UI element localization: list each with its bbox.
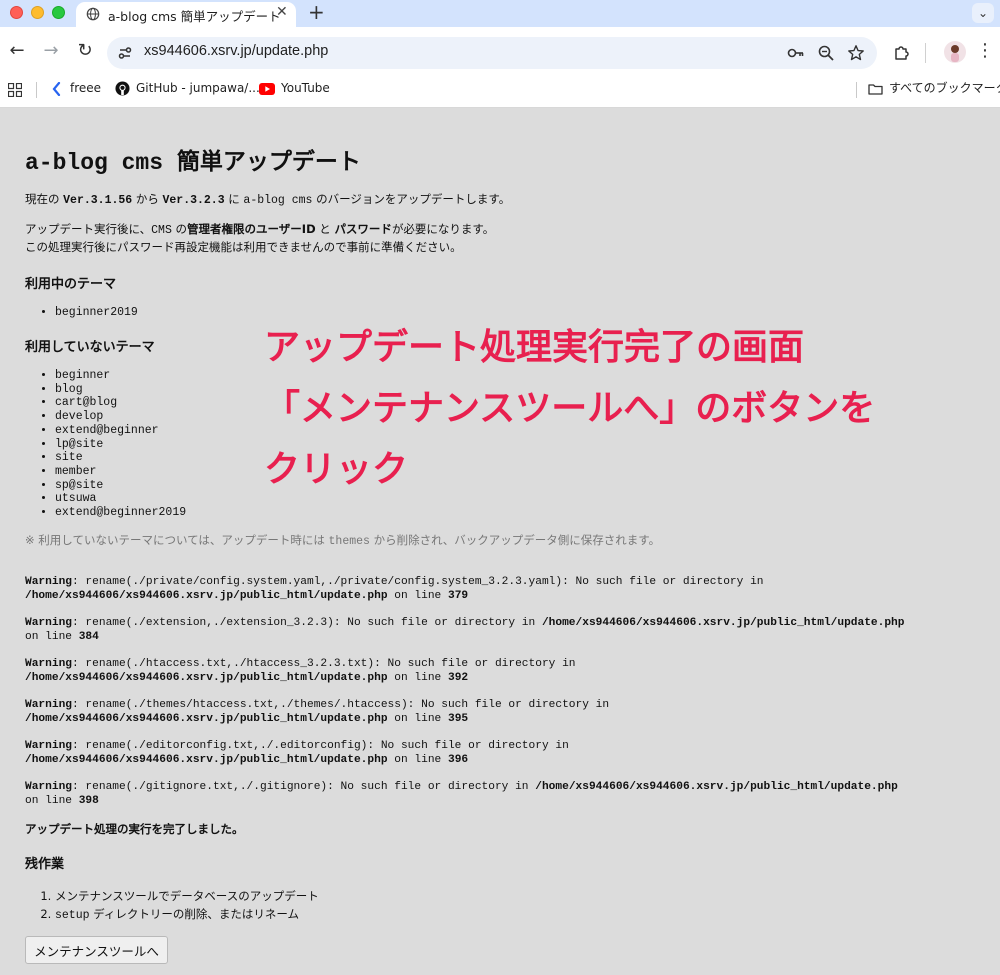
target-version: Ver.3.2.3 (162, 194, 225, 207)
bookmark-label: freee (70, 81, 102, 95)
tab-search-chevron-icon[interactable]: ⌄ (972, 3, 994, 23)
all-bookmarks[interactable]: すべてのブックマーク (868, 77, 1000, 99)
address-bar[interactable]: xs944606.xsrv.jp/update.php (107, 37, 877, 69)
list-item: beginner2019 (55, 306, 138, 320)
key-icon[interactable] (787, 44, 805, 62)
warning-message: Warning: rename(./htaccess.txt,./htacces… (25, 658, 576, 684)
bookmark-github[interactable]: GitHub - jumpawa/... (115, 77, 260, 99)
bookmark-youtube[interactable]: YouTube (259, 77, 330, 99)
annotation-line-2: 「メンテナンスツールへ」のボタンを (264, 388, 876, 429)
bookmark-freee[interactable]: freee (50, 77, 101, 99)
list-item: cart@blog (55, 396, 186, 410)
browser-toolbar: ← → ↻ xs944606.xsrv.jp/update.php ⋮ (0, 27, 1000, 77)
used-themes-list: beginner2019 (25, 306, 138, 320)
back-arrow-icon[interactable]: ← (6, 40, 28, 62)
password-reset-notice: この処理実行後にパスワード再設定機能は利用できませんので事前に準備ください。 (25, 240, 462, 254)
credentials-notice: アップデート実行後に、CMS の管理者権限のユーザーID と パスワードが必要に… (25, 222, 495, 237)
warning-message: Warning: rename(./extension,./extension_… (25, 617, 905, 643)
tab-title: a-blog cms 簡単アップデート (108, 9, 281, 24)
all-bookmarks-label: すべてのブックマーク (889, 81, 1000, 95)
bookmark-star-icon[interactable] (847, 44, 865, 62)
close-window-button[interactable] (10, 6, 23, 19)
list-item: setup ディレクトリーの削除、またはリネーム (55, 905, 319, 925)
list-item: extend@beginner2019 (55, 506, 186, 520)
list-item: site (55, 451, 186, 465)
warning-message: Warning: rename(./themes/htaccess.txt,./… (25, 699, 610, 725)
github-icon (115, 81, 130, 96)
annotation-line-1: アップデート処理実行完了の画面 (264, 327, 805, 368)
warning-message: Warning: rename(./private/config.system.… (25, 576, 764, 602)
list-item: develop (55, 410, 186, 424)
unused-themes-list: beginner blog cart@blog develop extend@b… (25, 369, 186, 520)
warning-message: Warning: rename(./gitignore.txt,./.gitig… (25, 781, 898, 807)
url-text[interactable]: xs944606.xsrv.jp/update.php (144, 43, 328, 59)
list-item: beginner (55, 369, 186, 383)
remaining-tasks-heading: 残作業 (25, 857, 65, 872)
list-item: utsuwa (55, 492, 186, 506)
bookmarks-divider (36, 82, 37, 98)
used-themes-heading: 利用中のテーマ (25, 277, 117, 292)
tab-close-icon[interactable]: ✕ (276, 4, 288, 20)
reload-icon[interactable]: ↻ (74, 40, 96, 62)
bookmark-label: GitHub - jumpawa/... (136, 81, 260, 95)
product-name: a-blog cms (243, 194, 313, 207)
forward-arrow-icon[interactable]: → (40, 40, 62, 62)
freee-icon (52, 81, 61, 96)
complete-message: アップデート処理の実行を完了しました。 (25, 822, 244, 836)
profile-avatar[interactable] (944, 41, 966, 63)
list-item: sp@site (55, 479, 186, 493)
list-item: extend@beginner (55, 424, 186, 438)
remaining-tasks-list: メンテナンスツールでデータベースのアップデート setup ディレクトリーの削除… (25, 887, 319, 925)
site-info-icon[interactable] (117, 45, 133, 61)
list-item: メンテナンスツールでデータベースのアップデート (55, 887, 319, 905)
list-item: lp@site (55, 438, 186, 452)
current-version: Ver.3.1.56 (63, 194, 133, 207)
bookmarks-bar: freee GitHub - jumpawa/... YouTube すべてのブ… (0, 77, 1000, 108)
youtube-icon (259, 82, 275, 95)
browser-menu-icon[interactable]: ⋮ (976, 39, 994, 63)
folder-icon (868, 83, 883, 95)
zoom-icon[interactable] (817, 44, 835, 62)
bookmarks-divider (856, 82, 857, 98)
list-item: member (55, 465, 186, 479)
minimize-window-button[interactable] (31, 6, 44, 19)
list-item: blog (55, 383, 186, 397)
maintenance-tool-button[interactable]: メンテナンスツールへ (25, 936, 168, 964)
tab-bar: a-blog cms 簡単アップデート ✕ + ⌄ (0, 0, 1000, 27)
bookmark-label: YouTube (281, 81, 330, 95)
annotation-line-3: クリック (264, 449, 409, 490)
globe-icon (86, 7, 100, 21)
toolbar-divider (925, 43, 926, 63)
page-title: a-blog cms 簡単アップデート (25, 150, 361, 176)
extensions-puzzle-icon[interactable] (893, 44, 911, 62)
new-tab-icon[interactable]: + (308, 0, 325, 24)
apps-grid-icon[interactable] (8, 83, 22, 97)
intro-text: 現在の Ver.3.1.56 から Ver.3.2.3 に a-blog cms… (25, 192, 511, 207)
warning-message: Warning: rename(./editorconfig.txt,./.ed… (25, 740, 569, 766)
active-tab[interactable]: a-blog cms 簡単アップデート ✕ (76, 2, 296, 27)
unused-themes-heading: 利用していないテーマ (25, 340, 155, 355)
themes-note: ※ 利用していないテーマについては、アップデート時には themes から削除さ… (25, 533, 661, 548)
maximize-window-button[interactable] (52, 6, 65, 19)
